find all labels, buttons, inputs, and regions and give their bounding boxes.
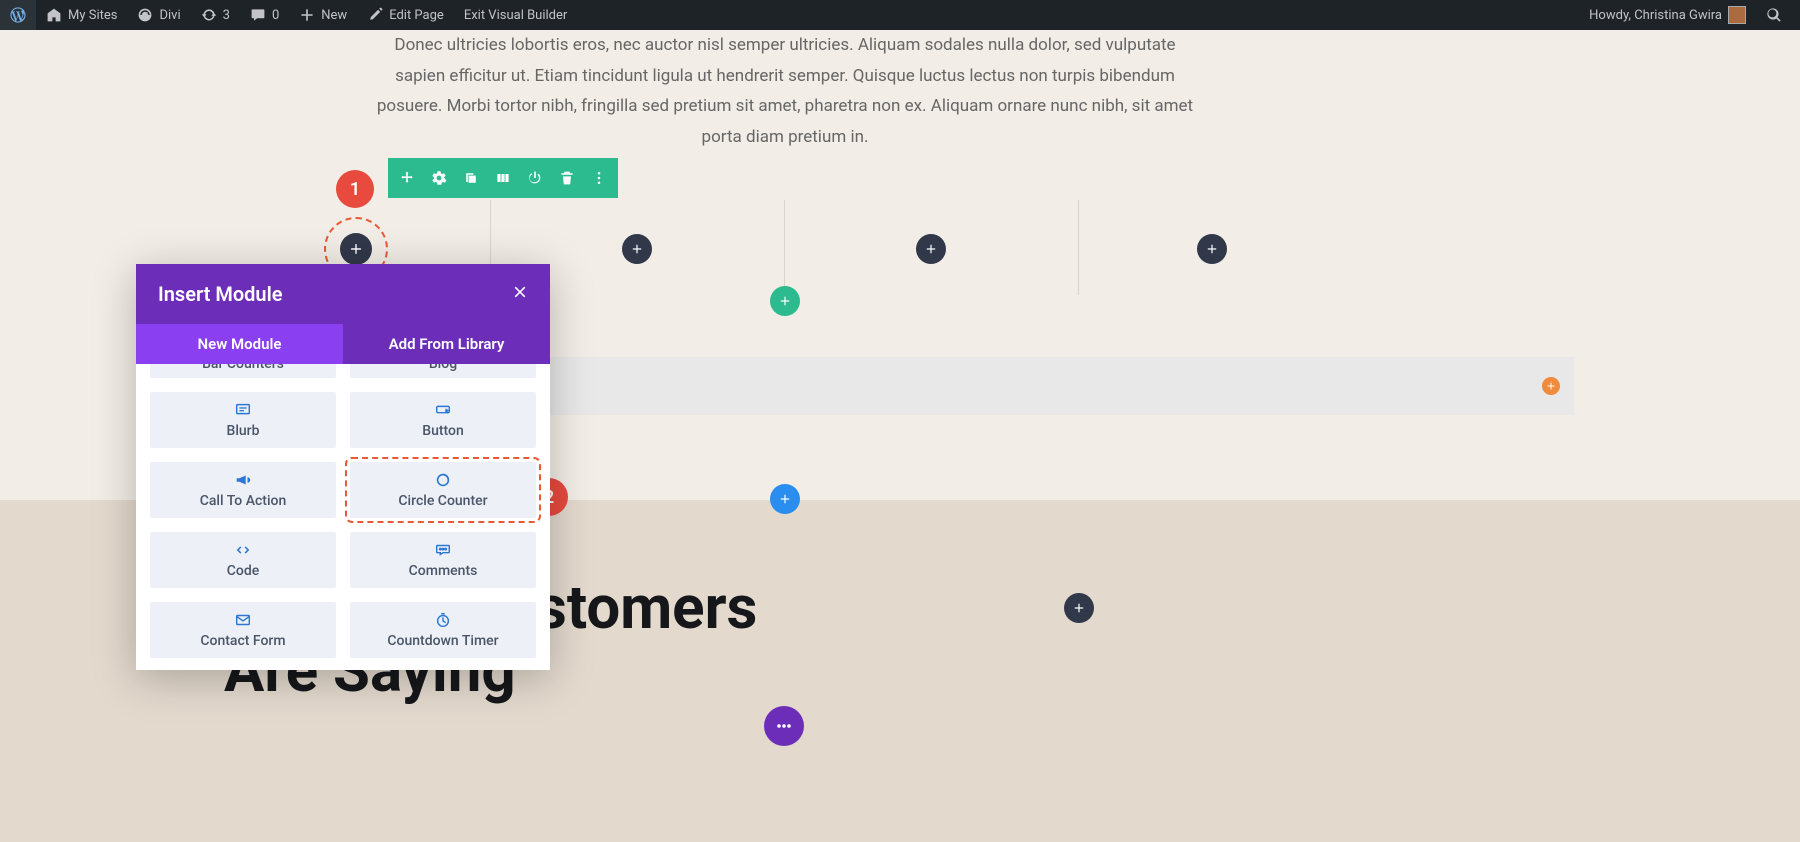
wp-admin-bar: My Sites Divi 3 0 New [0, 0, 1800, 30]
add-module-button[interactable] [1197, 234, 1227, 264]
module-blurb[interactable]: Blurb [150, 392, 336, 448]
add-section-button[interactable] [1542, 377, 1560, 395]
add-module-button[interactable] [622, 234, 652, 264]
wp-logo[interactable] [0, 0, 36, 30]
circle-counter-icon [434, 471, 452, 489]
intro-paragraph: Donec ultricies lobortis eros, nec aucto… [370, 30, 1200, 152]
annotation-badge: 1 [336, 170, 374, 208]
timer-icon [434, 611, 452, 629]
exit-vb-label: Exit Visual Builder [464, 8, 567, 23]
column-divider [784, 200, 785, 295]
module-toolbar [388, 158, 618, 198]
module-label: Blog [429, 364, 457, 372]
module-code[interactable]: Code [150, 532, 336, 588]
account-menu[interactable]: Howdy, Christina Gwira [1579, 0, 1756, 30]
module-label: Contact Form [200, 633, 285, 649]
module-label: Comments [409, 563, 478, 579]
add-module-button[interactable] [340, 233, 372, 265]
plus-icon [299, 7, 315, 23]
modal-header: Insert Module [136, 264, 550, 324]
module-blog[interactable]: Blog [350, 364, 536, 378]
site-label: Divi [159, 8, 180, 23]
module-call-to-action[interactable]: Call To Action [150, 462, 336, 518]
modal-body: Bar Counters Blog Blurb Button [136, 364, 550, 670]
module-label: Blurb [226, 423, 259, 439]
module-contact-form[interactable]: Contact Form [150, 602, 336, 658]
search-icon [1766, 7, 1782, 23]
add-section-button-blue[interactable] [770, 484, 800, 514]
add-row-button[interactable] [770, 286, 800, 316]
module-label: Bar Counters [202, 364, 284, 372]
new-content[interactable]: New [289, 0, 357, 30]
avatar [1728, 6, 1746, 24]
new-label: New [321, 8, 347, 23]
tab-add-from-library[interactable]: Add From Library [343, 324, 550, 364]
insert-module-modal: Insert Module New Module Add From Librar… [136, 264, 550, 670]
updates-count: 3 [223, 8, 230, 23]
modal-title: Insert Module [158, 282, 283, 306]
power-icon[interactable] [524, 167, 546, 189]
module-circle-counter[interactable]: Circle Counter [350, 462, 536, 518]
updates[interactable]: 3 [191, 0, 240, 30]
comments-icon [434, 541, 452, 559]
tab-new-module[interactable]: New Module [136, 324, 343, 364]
comments[interactable]: 0 [240, 0, 289, 30]
module-bar-counters[interactable]: Bar Counters [150, 364, 336, 378]
comments-count: 0 [272, 8, 279, 23]
page-canvas: Donec ultricies lobortis eros, nec aucto… [0, 30, 1800, 842]
module-countdown-timer[interactable]: Countdown Timer [350, 602, 536, 658]
module-comments[interactable]: Comments [350, 532, 536, 588]
howdy-text: Howdy, Christina Gwira [1589, 8, 1722, 23]
add-module-button[interactable] [1064, 593, 1094, 623]
edit-page[interactable]: Edit Page [357, 0, 454, 30]
more-icon[interactable] [588, 167, 610, 189]
module-button[interactable]: Button [350, 392, 536, 448]
gear-icon[interactable] [428, 167, 450, 189]
duplicate-icon[interactable] [460, 167, 482, 189]
exit-vb[interactable]: Exit Visual Builder [454, 0, 577, 30]
comment-icon [250, 7, 266, 23]
megaphone-icon [234, 471, 252, 489]
site-name[interactable]: Divi [127, 0, 190, 30]
module-label: Countdown Timer [387, 633, 498, 649]
my-sites-label: My Sites [68, 8, 117, 23]
edit-page-label: Edit Page [389, 8, 444, 23]
add-module-button[interactable] [916, 234, 946, 264]
blurb-icon [234, 401, 252, 419]
my-sites[interactable]: My Sites [36, 0, 127, 30]
button-icon [434, 401, 452, 419]
wordpress-icon [10, 7, 26, 23]
columns-icon[interactable] [492, 167, 514, 189]
builder-menu-fab[interactable] [764, 706, 804, 746]
search-toggle[interactable] [1756, 0, 1792, 30]
column-divider [1078, 200, 1079, 295]
module-label: Code [227, 563, 259, 579]
trash-icon[interactable] [556, 167, 578, 189]
updates-icon [201, 7, 217, 23]
pencil-icon [367, 7, 383, 23]
home-icon [46, 7, 62, 23]
gauge-icon [137, 7, 153, 23]
code-icon [234, 541, 252, 559]
module-label: Button [422, 423, 464, 439]
modal-tabs: New Module Add From Library [136, 324, 550, 364]
move-icon[interactable] [396, 167, 418, 189]
module-label: Circle Counter [398, 493, 487, 509]
module-label: Call To Action [200, 493, 287, 509]
mail-icon [234, 611, 252, 629]
close-icon[interactable] [512, 284, 528, 305]
